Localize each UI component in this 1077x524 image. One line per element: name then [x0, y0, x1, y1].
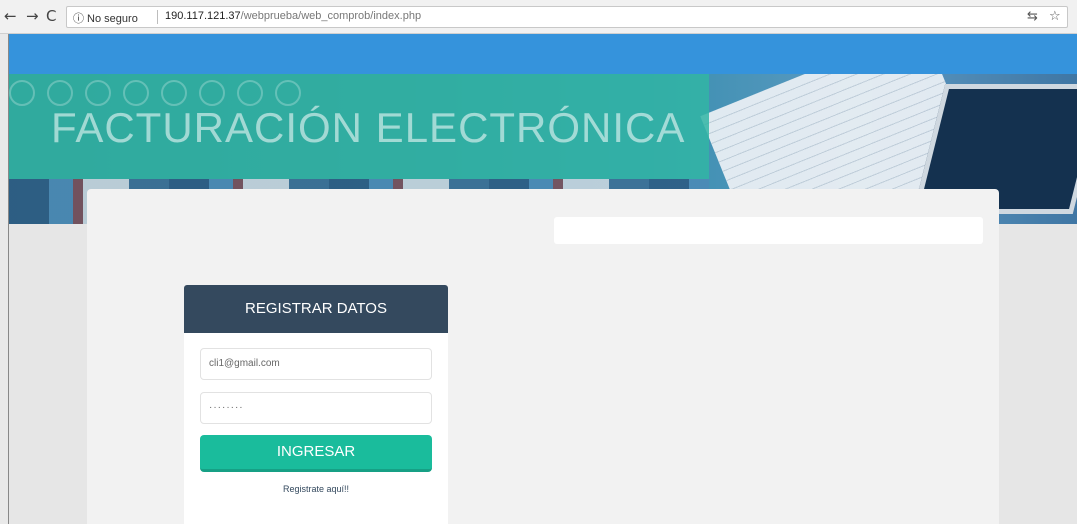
translate-icon[interactable]: ⇆ — [1027, 9, 1038, 24]
main-panel: REGISTRAR DATOS cli1@gmail.com ········ … — [87, 189, 999, 524]
reload-icon[interactable]: C — [46, 8, 56, 24]
forward-arrow-icon[interactable]: → — [26, 8, 39, 24]
address-bar[interactable]: ⓘ No seguro 190.117.121.37/webprueba/web… — [66, 6, 1068, 28]
hero-title: FACTURACIÓN ELECTRÓNICA — [51, 104, 686, 151]
url-host: 190.117.121.37 — [165, 10, 241, 22]
login-button[interactable]: INGRESAR — [200, 435, 432, 472]
url-text[interactable]: 190.117.121.37/webprueba/web_comprob/ind… — [165, 10, 421, 22]
url-path: /webprueba/web_comprob/index.php — [240, 10, 422, 22]
top-navbar — [9, 34, 1077, 74]
register-link[interactable]: Registrate aquí!! — [184, 484, 448, 494]
password-field[interactable]: ········ — [200, 392, 432, 424]
login-card: REGISTRAR DATOS cli1@gmail.com ········ … — [184, 285, 448, 524]
security-indicator[interactable]: ⓘ No seguro — [73, 10, 138, 26]
email-field[interactable]: cli1@gmail.com — [200, 348, 432, 380]
web-page: FACTURACIÓN ELECTRÓNICA REGISTRAR DATOS … — [8, 34, 1077, 524]
browser-toolbar: ← → C ⓘ No seguro 190.117.121.37/webprue… — [0, 0, 1077, 34]
decorative-circles — [9, 80, 313, 106]
back-arrow-icon[interactable]: ← — [4, 8, 17, 24]
top-right-bar — [554, 217, 983, 244]
login-card-title: REGISTRAR DATOS — [184, 285, 448, 333]
star-icon[interactable]: ☆ — [1049, 9, 1061, 24]
address-separator — [157, 10, 158, 24]
